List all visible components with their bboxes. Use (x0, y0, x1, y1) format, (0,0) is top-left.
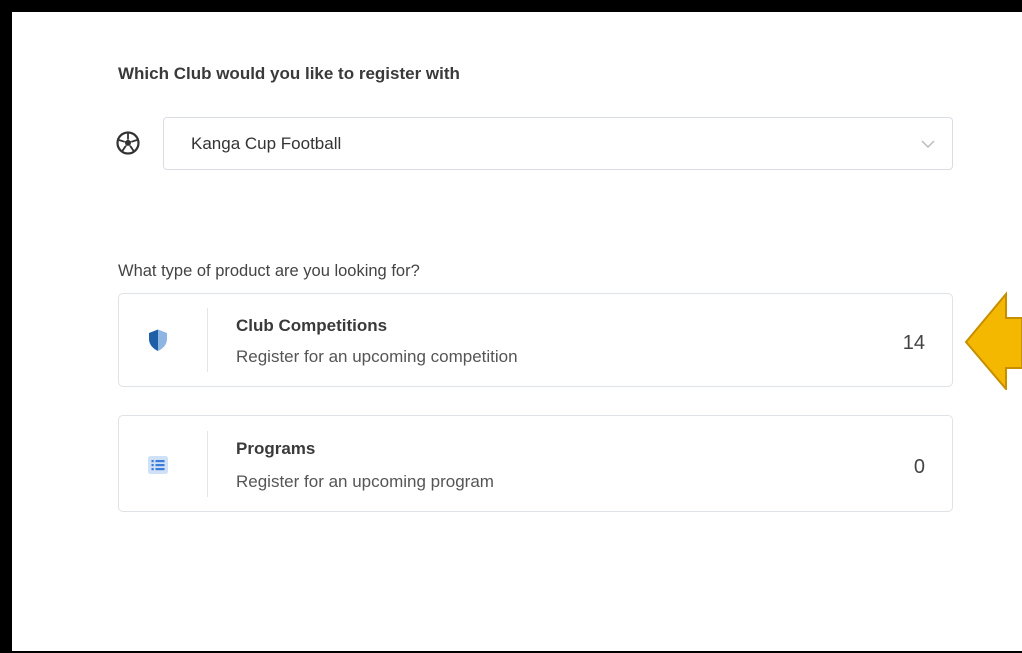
club-select[interactable]: Kanga Cup Football (163, 117, 953, 170)
card-divider (207, 308, 208, 372)
shield-icon (149, 329, 167, 351)
product-card-club-competitions[interactable]: Club Competitions Register for an upcomi… (118, 293, 953, 387)
highlight-arrow-icon (964, 291, 1022, 390)
card-divider (207, 431, 208, 497)
card-title: Club Competitions (236, 316, 388, 335)
list-icon (148, 456, 168, 474)
club-question-label: Which Club would you like to register wi… (118, 64, 460, 83)
product-card-programs[interactable]: Programs Register for an upcoming progra… (118, 415, 953, 512)
club-select-value: Kanga Cup Football (191, 133, 342, 153)
card-count: 14 (902, 332, 925, 354)
soccer-ball-icon (116, 131, 140, 155)
card-subtitle: Register for an upcoming competition (236, 347, 518, 366)
card-count: 0 (913, 456, 925, 478)
chevron-down-icon (921, 140, 935, 148)
product-type-label: What type of product are you looking for… (118, 262, 420, 280)
card-title: Programs (236, 439, 316, 458)
card-subtitle: Register for an upcoming program (236, 472, 494, 491)
